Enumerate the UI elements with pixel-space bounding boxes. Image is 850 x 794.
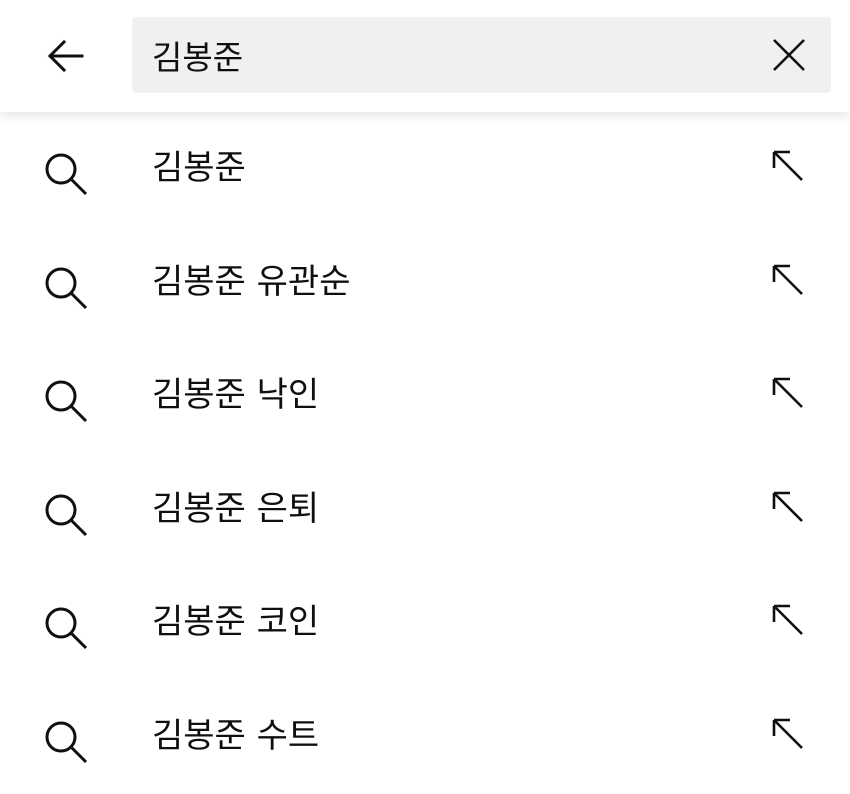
arrow-up-left-icon [772, 605, 803, 636]
clear-search-button[interactable] [761, 27, 817, 83]
suggestion-text: 김봉준 코인 [152, 602, 320, 643]
fill-query-button[interactable] [764, 256, 812, 304]
arrow-up-left-icon [772, 150, 803, 181]
suggestion-text: 김봉준 수트 [152, 715, 320, 756]
arrow-up-left-icon [772, 377, 803, 409]
search-header [0, 0, 850, 112]
arrow-up-left-icon [772, 491, 803, 522]
search-field-container [132, 17, 831, 93]
suggestion-item[interactable]: 김봉준 은퇴 [0, 453, 850, 567]
suggestion-text: 김봉준 은퇴 [152, 488, 320, 529]
search-icon [45, 721, 88, 764]
search-icon [45, 380, 88, 423]
close-icon [773, 39, 805, 71]
suggestion-item[interactable]: 김봉준 유관순 [0, 226, 850, 340]
fill-query-button[interactable] [764, 369, 812, 417]
suggestion-text: 김봉준 [152, 148, 246, 188]
fill-query-button[interactable] [764, 596, 812, 644]
fill-query-button[interactable] [764, 483, 812, 531]
suggestion-text: 김봉준 낙인 [152, 375, 320, 416]
search-icon [45, 267, 88, 309]
suggestion-list: 김봉준 김봉준 유관순 김봉준 낙인 김봉준 은퇴 김봉준 코인 김봉준 수트 [0, 112, 850, 794]
search-input[interactable] [152, 17, 752, 93]
back-button[interactable] [36, 26, 96, 86]
search-icon [45, 153, 88, 196]
suggestion-text: 김봉준 유관순 [152, 261, 351, 302]
fill-query-button[interactable] [764, 142, 812, 190]
suggestion-item[interactable]: 김봉준 [0, 112, 850, 226]
arrow-left-icon [47, 39, 84, 73]
search-icon [45, 494, 88, 536]
suggestion-item[interactable]: 김봉준 수트 [0, 680, 850, 794]
suggestion-item[interactable]: 김봉준 낙인 [0, 339, 850, 453]
suggestion-item[interactable]: 김봉준 코인 [0, 566, 850, 680]
arrow-up-left-icon [772, 264, 803, 295]
search-icon [45, 607, 88, 650]
arrow-up-left-icon [772, 718, 803, 749]
fill-query-button[interactable] [764, 710, 812, 758]
